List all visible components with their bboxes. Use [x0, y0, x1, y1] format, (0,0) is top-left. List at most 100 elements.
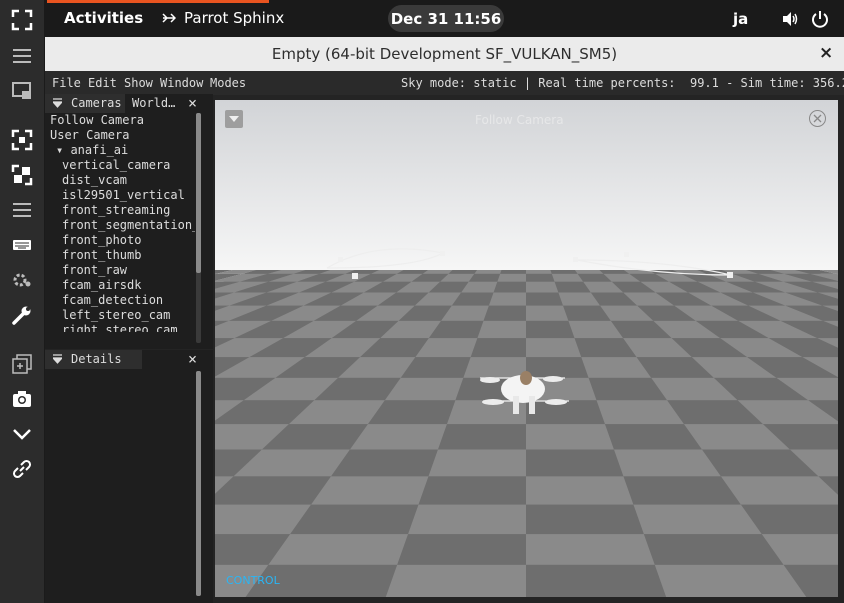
menu-modes[interactable]: Modes [210, 76, 246, 90]
menu-edit[interactable]: Edit [88, 76, 117, 90]
cameras-panel-close-button[interactable]: × [188, 94, 197, 112]
panel-menu-icon[interactable] [53, 98, 62, 108]
floor-tile [474, 270, 502, 274]
floor-tile [408, 504, 526, 535]
close-window-button[interactable]: × [819, 43, 833, 63]
chevron-down-icon[interactable] [11, 423, 33, 445]
camera-list-item[interactable]: front_segmentation_ [50, 218, 195, 233]
fullscreen-icon[interactable] [11, 9, 33, 31]
add-window-icon[interactable] [11, 353, 33, 375]
viewport-menu-button[interactable] [225, 110, 243, 128]
floor-tile [500, 270, 526, 274]
clock-button[interactable]: Dec 31 11:56 [388, 5, 504, 32]
floor-tile [463, 357, 526, 378]
floor-tile [526, 338, 582, 358]
floor-tile [448, 270, 478, 274]
floor-tile [526, 357, 589, 378]
power-icon[interactable] [811, 10, 829, 28]
camera-list-item[interactable]: isl29501_vertical [50, 188, 195, 203]
clock-label: Dec 31 11:56 [390, 10, 502, 28]
simulation-viewport[interactable]: Follow Camera CONTROL [215, 100, 838, 597]
focus-icon[interactable] [11, 129, 33, 151]
menu-bar: File Edit Show Window Modes Sky mode: st… [45, 71, 844, 95]
floor-tile [290, 504, 419, 535]
activities-button[interactable]: Activities [64, 9, 143, 27]
link-icon[interactable] [11, 458, 33, 480]
menu-window[interactable]: Window [160, 76, 203, 90]
keyboard-icon[interactable] [11, 234, 33, 256]
floor-tile [550, 270, 578, 274]
list-icon[interactable] [11, 199, 33, 221]
floor-tile [526, 504, 644, 535]
camera-icon[interactable] [11, 388, 33, 410]
floor-tile [418, 476, 526, 505]
camera-list-item[interactable]: left_stereo_cam [50, 308, 195, 323]
settings-icon[interactable] [11, 269, 33, 291]
floor-tile [385, 564, 526, 597]
sim-status: Sky mode: static | Real time percents: 9… [401, 76, 844, 90]
floor-tile [633, 504, 762, 535]
camera-list-item[interactable]: front_streaming [50, 203, 195, 218]
floor-tile [654, 564, 807, 597]
camera-list-item[interactable]: right_stereo_cam [50, 323, 195, 332]
volume-icon[interactable] [781, 10, 799, 28]
camera-list-item[interactable]: front_photo [50, 233, 195, 248]
camera-list-scroll-thumb[interactable] [196, 113, 201, 273]
tab-details[interactable]: Details [45, 350, 142, 369]
floor-tile [483, 305, 526, 321]
menu-show[interactable]: Show [124, 76, 153, 90]
app-menu-icon [162, 13, 176, 23]
details-panel-close-button[interactable]: × [188, 350, 197, 368]
floor-tile [526, 476, 634, 505]
close-icon [813, 114, 822, 123]
resize-icon[interactable] [11, 164, 33, 186]
floor-tile [526, 281, 559, 293]
camera-list-item[interactable]: User Camera [50, 128, 195, 143]
details-panel: Details × [45, 350, 213, 603]
tab-world[interactable]: World… [132, 96, 175, 110]
camera-list-scrollbar[interactable] [196, 113, 201, 343]
floor-tile [526, 292, 564, 306]
camera-list-item[interactable]: front_raw [50, 263, 195, 278]
camera-list-item[interactable]: Follow Camera [50, 113, 195, 128]
floor-tile [526, 534, 655, 565]
details-scroll-thumb[interactable] [196, 371, 201, 596]
language-indicator[interactable]: ja [733, 10, 748, 28]
app-name: Parrot Sphinx [184, 9, 285, 27]
camera-list-item[interactable]: ▾ anafi_ai [50, 143, 195, 158]
dock [0, 0, 44, 603]
floor-tile [268, 534, 409, 565]
camera-list: Follow Camera User Camera ▾ anafi_ai vertic… [50, 113, 195, 332]
details-scrollbar[interactable] [196, 371, 201, 596]
camera-list-item[interactable]: vertical_camera [50, 158, 195, 173]
floor-tile [526, 564, 667, 597]
camera-list-item[interactable]: dist_vcam [50, 173, 195, 188]
camera-list-item[interactable]: front_thumb [50, 248, 195, 263]
floor-tile [526, 273, 555, 282]
floor-tile [526, 270, 552, 274]
camera-list-item[interactable]: fcam_airsdk [50, 278, 195, 293]
camera-list-item[interactable]: fcam_detection [50, 293, 195, 308]
menu-icon[interactable] [11, 45, 33, 67]
floor-tile [311, 476, 429, 505]
top-bar: Activities Parrot Sphinx Dec 31 11:56 ja [0, 0, 844, 37]
floor-tile [526, 320, 575, 339]
floor-tile [643, 534, 784, 565]
floor-tile [437, 424, 526, 450]
cameras-panel-header: Cameras World… × [45, 94, 213, 113]
panel-menu-icon[interactable] [53, 354, 62, 364]
app-menu[interactable]: Parrot Sphinx [160, 0, 284, 37]
menu-file[interactable]: File [52, 76, 81, 90]
wrench-icon[interactable] [11, 304, 33, 326]
title-bar[interactable]: Empty (64-bit Development SF_VULKAN_SM5)… [45, 37, 844, 71]
window-title: Empty (64-bit Development SF_VULKAN_SM5) [271, 45, 618, 63]
control-indicator: CONTROL [226, 574, 280, 587]
floor-tile [428, 449, 526, 477]
scene-render [215, 100, 838, 597]
floor-tile [497, 273, 526, 282]
viewport-close-button[interactable] [809, 110, 826, 127]
floor-tile [470, 338, 526, 358]
display-icon[interactable] [11, 80, 33, 102]
tab-cameras[interactable]: Cameras [45, 94, 125, 113]
floor-tile [493, 281, 526, 293]
